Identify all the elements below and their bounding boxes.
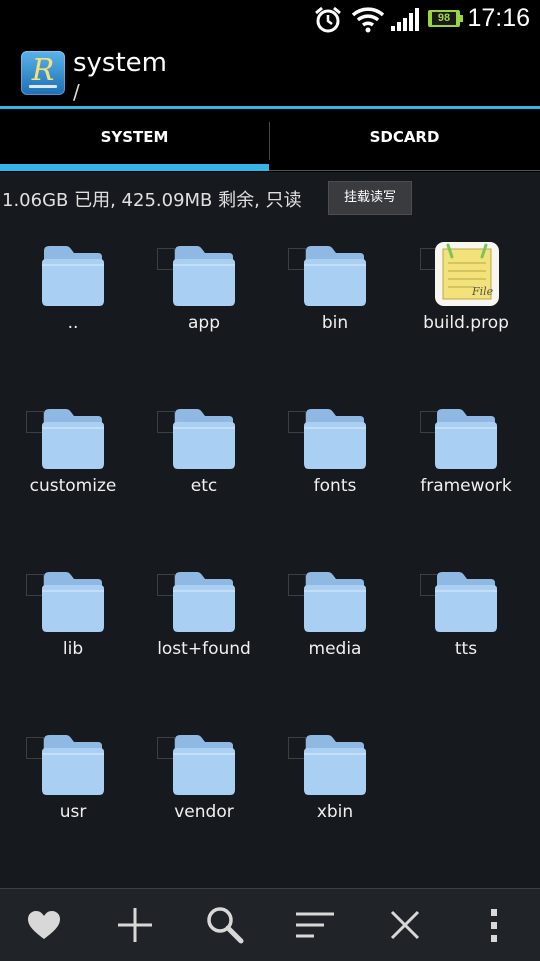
wifi-icon: [351, 7, 385, 33]
bottom-toolbar: [0, 888, 540, 961]
folder-item[interactable]: lib: [0, 558, 131, 708]
item-name: build.prop: [423, 313, 509, 333]
file-item[interactable]: File build.prop: [393, 232, 524, 382]
tab-system[interactable]: SYSTEM: [0, 109, 269, 172]
folder-item[interactable]: fonts: [262, 395, 393, 545]
page-title: system: [73, 48, 167, 78]
tab-sdcard[interactable]: SDCARD: [270, 109, 539, 172]
item-name: customize: [29, 476, 117, 496]
folder-icon: [302, 241, 368, 307]
item-name: xbin: [316, 802, 354, 822]
tab-baseline: [269, 170, 540, 171]
tab-selected-indicator: [0, 164, 269, 171]
overflow-menu-icon[interactable]: [472, 903, 516, 947]
folder-icon: [171, 730, 237, 796]
folder-item[interactable]: media: [262, 558, 393, 708]
item-name: bin: [321, 313, 349, 333]
folder-item[interactable]: framework: [393, 395, 524, 545]
folder-item[interactable]: usr: [0, 721, 131, 871]
app-logo-bar: [29, 85, 57, 88]
battery-icon: 98: [428, 10, 463, 27]
folder-icon: [40, 567, 106, 633]
folder-item[interactable]: lost+found: [131, 558, 262, 708]
status-bar: 98 17:16: [0, 0, 540, 38]
app-logo[interactable]: R: [21, 51, 65, 95]
item-name: app: [188, 313, 220, 333]
item-name: ..: [67, 313, 79, 333]
folder-icon: [302, 730, 368, 796]
folder-icon: [302, 404, 368, 470]
folder-icon: [40, 730, 106, 796]
folder-icon: [171, 241, 237, 307]
item-name: lib: [62, 639, 84, 659]
item-name: etc: [190, 476, 218, 496]
tab-bar: SYSTEM SDCARD: [0, 109, 540, 172]
item-name: fonts: [313, 476, 357, 496]
folder-item[interactable]: vendor: [131, 721, 262, 871]
folder-item[interactable]: xbin: [262, 721, 393, 871]
battery-level: 98: [432, 12, 456, 25]
clock: 17:16: [467, 4, 530, 32]
item-name: usr: [59, 802, 87, 822]
item-name: tts: [454, 639, 478, 659]
close-icon[interactable]: [383, 903, 427, 947]
svg-text:File: File: [471, 285, 494, 298]
folder-item[interactable]: customize: [0, 395, 131, 545]
folder-icon: [40, 404, 106, 470]
folder-icon: [302, 567, 368, 633]
folder-item[interactable]: app: [131, 232, 262, 382]
mount-rw-button[interactable]: 挂载读写: [328, 181, 412, 215]
folder-item[interactable]: bin: [262, 232, 393, 382]
folder-item[interactable]: ..: [0, 232, 131, 382]
folder-item[interactable]: etc: [131, 395, 262, 545]
signal-icon: [391, 8, 419, 31]
item-name: lost+found: [157, 639, 251, 659]
search-icon[interactable]: [203, 903, 247, 947]
add-icon[interactable]: [113, 903, 157, 947]
folder-item[interactable]: tts: [393, 558, 524, 708]
current-path: /: [73, 80, 80, 104]
item-name: framework: [420, 476, 512, 496]
item-name: vendor: [174, 802, 234, 822]
app-logo-letter: R: [31, 53, 55, 88]
folder-icon: [171, 404, 237, 470]
folder-icon: [433, 567, 499, 633]
folder-icon: [40, 241, 106, 307]
alarm-icon: [315, 6, 341, 33]
sort-icon[interactable]: [293, 903, 337, 947]
folder-icon: [433, 404, 499, 470]
item-name: media: [308, 639, 362, 659]
storage-info: 1.06GB 已用, 425.09MB 剩余, 只读: [2, 190, 302, 211]
heart-icon[interactable]: [22, 903, 66, 947]
folder-icon: [171, 567, 237, 633]
action-bar: R system /: [0, 38, 540, 106]
file-icon: File: [434, 241, 500, 307]
